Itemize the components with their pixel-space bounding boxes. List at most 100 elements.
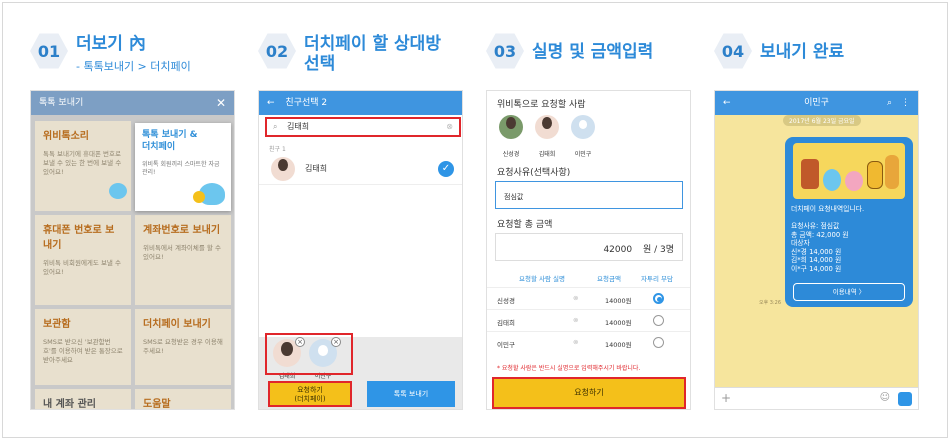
search-input[interactable]: ⌕ 김태희 ⊗ xyxy=(265,117,461,137)
tile-title: 내 계좌 관리 xyxy=(43,399,96,410)
notice-text: * 요청할 사람은 반드시 실명으로 입력해주시기 바랍니다. xyxy=(497,365,641,372)
table-row: 김태희 ⊗ 14000원 xyxy=(487,309,690,331)
search-icon[interactable]: ⌕ xyxy=(887,91,892,115)
back-icon[interactable]: ← xyxy=(723,91,731,115)
send-button[interactable]: 톡톡 보내기 xyxy=(367,381,455,407)
reason-input[interactable]: 점심값 xyxy=(495,181,683,209)
person-name: 이민구 xyxy=(574,151,592,158)
app-header: ← 친구선택 2 xyxy=(259,91,462,115)
tile-title: 더치페이 보내기 xyxy=(143,319,211,330)
request-button[interactable]: 요청하기 (더치페이) xyxy=(268,381,352,407)
highlight-box xyxy=(265,333,353,375)
back-icon[interactable]: ← xyxy=(267,98,275,108)
clear-icon[interactable]: ⊗ xyxy=(573,338,578,346)
popup-title-2: 더치페이 xyxy=(142,142,176,152)
col-header: 자투리 부담 xyxy=(641,275,673,283)
header-title: 이민구 xyxy=(804,98,829,108)
person-name: 김태희 xyxy=(538,151,556,158)
row-name: 이민구 xyxy=(497,341,515,349)
tile-desc: 톡톡 보내기에 휴대폰 번호로 보낼 수 있는 한 번에 보낼 수 있어요! xyxy=(43,150,122,176)
tile-title: 위비톡소리 xyxy=(43,131,89,142)
screen-request-input: 위비톡으로 요청할 사람 신성경 김태희 이민구 요청사유(선택사항) 점심값 … xyxy=(486,90,691,410)
search-value: 김태희 xyxy=(287,122,310,131)
menu-tile-dutchpay[interactable]: 더치페이 보내기 SMS로 요청받은 경우 이용해주세요! xyxy=(135,309,231,385)
step-subtitle: - 톡톡보내기 > 더치페이 xyxy=(76,60,191,73)
character-icon xyxy=(823,169,841,191)
clear-icon[interactable]: ⊗ xyxy=(573,316,578,324)
header-title: 친구선택 2 xyxy=(285,98,328,108)
table-row: 신성경 ⊗ 14000원 xyxy=(487,287,690,309)
clear-icon[interactable]: ⊗ xyxy=(446,119,453,135)
header-title: 톡톡 보내기 xyxy=(39,98,84,108)
friend-count-label: 친구 1 xyxy=(269,146,286,153)
coin-icon xyxy=(193,191,205,203)
tile-desc: 위비톡 비회원에게도 보낼 수 있어요! xyxy=(43,259,121,276)
menu-tile-account[interactable]: 계좌번호로 보내기 위비톡에서 계좌이체를 할 수 있어요! xyxy=(135,215,231,305)
menu-tile-help[interactable]: 도움말 xyxy=(135,389,231,410)
chat-input-bar[interactable]: + ☺ xyxy=(715,387,918,409)
send-icon[interactable] xyxy=(898,392,912,406)
request-sublabel: (더치페이) xyxy=(294,395,326,403)
menu-tile-storage[interactable]: 보관함 SMS로 받으신 '보관함번호'를 이용하여 받은 통장으로 받아주세요 xyxy=(35,309,131,385)
more-icon[interactable]: ⋮ xyxy=(901,91,910,115)
character-icon xyxy=(801,159,819,189)
section-title: 위비톡으로 요청할 사람 xyxy=(497,100,586,110)
checkmark-icon[interactable]: ✓ xyxy=(438,161,454,177)
row-amount: 14000원 xyxy=(605,319,632,327)
message-text: 더치페이 요청내역입니다. 요청사유: 점심값 총 금액: 42,000 원 대… xyxy=(791,205,865,273)
row-amount: 14000원 xyxy=(605,341,632,349)
row-name: 김태희 xyxy=(497,319,515,327)
step-title-line2: 선택 xyxy=(304,54,336,74)
history-button[interactable]: 이용내역 〉 xyxy=(793,283,905,301)
close-icon[interactable]: ✕ xyxy=(216,91,226,115)
tile-title: 휴대폰 번호로 보내기 xyxy=(43,225,115,251)
mascot-icon xyxy=(109,183,127,199)
avatar xyxy=(535,115,559,139)
menu-tile-my-account[interactable]: 내 계좌 관리 xyxy=(35,389,131,410)
screen-more-menu: 톡톡 보내기 ✕ 위비톡소리 톡톡 보내기에 휴대폰 번호로 보낼 수 있는 한… xyxy=(30,90,235,410)
character-icon xyxy=(867,161,883,189)
amount-value: 42000 xyxy=(603,245,633,255)
emoji-icon[interactable]: ☺ xyxy=(880,392,890,403)
radio-button[interactable] xyxy=(653,293,664,304)
character-icon xyxy=(885,155,899,189)
step-title: 더치페이 할 상대방 xyxy=(304,34,441,54)
reason-label: 요청사유(선택사항) xyxy=(497,168,571,178)
table-row: 이민구 ⊗ 14000원 xyxy=(487,331,690,353)
popup-title: 톡톡 보내기 & xyxy=(142,130,198,140)
row-name: 신성경 xyxy=(497,297,515,305)
step-title: 실명 및 금액입력 xyxy=(532,42,654,62)
col-header: 요청금액 xyxy=(597,275,621,283)
app-header: ← 이민구 ⌕ ⋮ xyxy=(715,91,918,115)
popup-desc: 위비톡 회원끼리 스마트한 자금관리! xyxy=(142,161,220,176)
tile-desc: SMS로 받으신 '보관함번호'를 이용하여 받은 통장으로 받아주세요 xyxy=(43,338,123,364)
message-bubble: 더치페이 요청내역입니다. 요청사유: 점심값 총 금액: 42,000 원 대… xyxy=(785,137,913,307)
tile-desc: SMS로 요청받은 경우 이용해주세요! xyxy=(143,338,223,355)
amount-input[interactable]: 42000 원 / 3명 xyxy=(495,233,683,261)
plus-icon[interactable]: + xyxy=(721,391,731,405)
avatar xyxy=(499,115,523,139)
radio-button[interactable] xyxy=(653,315,664,326)
app-header: 톡톡 보내기 ✕ xyxy=(31,91,234,115)
radio-button[interactable] xyxy=(653,337,664,348)
col-header: 요청할 사람 실명 xyxy=(519,275,565,283)
request-button[interactable]: 요청하기 xyxy=(492,377,686,409)
message-time: 오후 3:26 xyxy=(759,300,782,306)
step-title: 보내기 완료 xyxy=(760,42,845,62)
screen-friend-select: ← 친구선택 2 ⌕ 김태희 ⊗ 친구 1 김태희 ✓ × 김태희 × 이민구 … xyxy=(258,90,463,410)
send-popup[interactable]: 톡톡 보내기 & 더치페이 위비톡 회원끼리 스마트한 자금관리! xyxy=(135,123,231,211)
avatar xyxy=(571,115,595,139)
step-title: 더보기 內 xyxy=(76,34,146,54)
clear-icon[interactable]: ⊗ xyxy=(573,294,578,302)
tile-title: 도움말 xyxy=(143,399,171,410)
avatar xyxy=(271,157,295,181)
amount-label: 요청할 총 금액 xyxy=(497,220,553,230)
tile-desc: 위비톡에서 계좌이체를 할 수 있어요! xyxy=(143,244,221,261)
menu-tile-phone[interactable]: 휴대폰 번호로 보내기 위비톡 비회원에게도 보낼 수 있어요! xyxy=(35,215,131,305)
amount-unit: 원 / 3명 xyxy=(642,245,674,255)
request-label: 요청하기 xyxy=(297,386,323,394)
friend-row[interactable]: 김태희 ✓ xyxy=(259,153,462,185)
person-name: 신성경 xyxy=(502,151,520,158)
message-card-image xyxy=(793,143,905,199)
search-icon: ⌕ xyxy=(273,122,278,131)
